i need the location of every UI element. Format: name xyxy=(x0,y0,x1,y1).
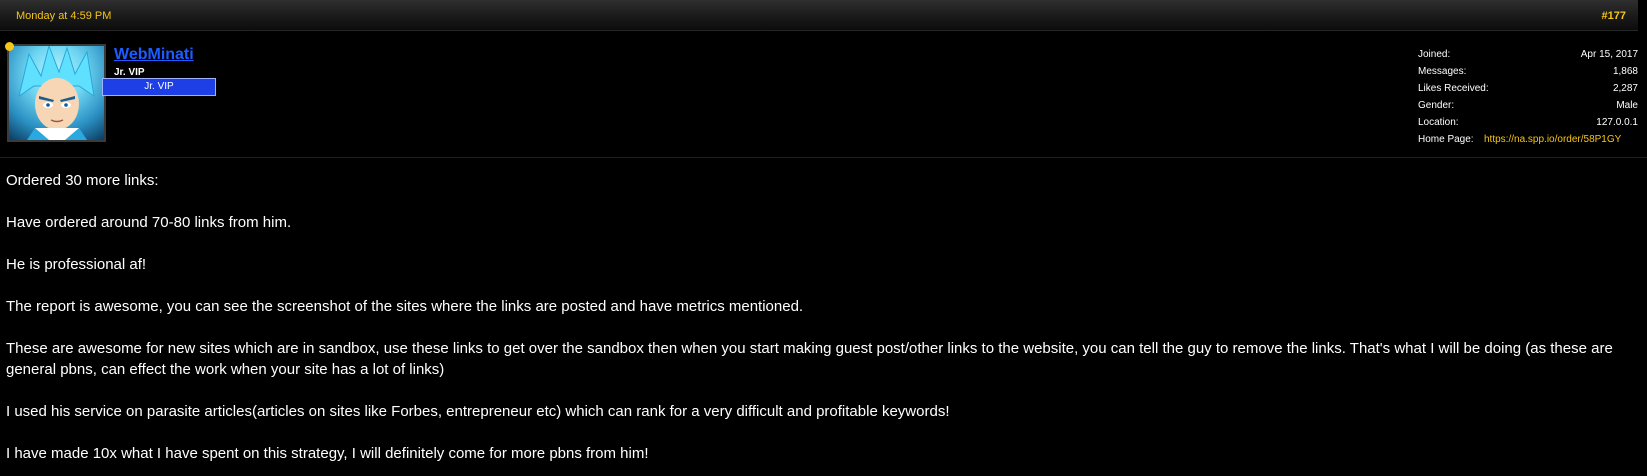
user-info-block: WebMinati Jr. VIP Jr. VIP Joined: Apr 15… xyxy=(0,32,1647,158)
stat-joined: Joined: Apr 15, 2017 xyxy=(1418,49,1638,66)
stat-home-page: Home Page: https://na.spp.io/order/58P1G… xyxy=(1418,134,1638,151)
message-paragraph: He is professional af! xyxy=(6,256,147,273)
stat-value: Apr 15, 2017 xyxy=(1580,49,1638,60)
avatar[interactable] xyxy=(7,44,106,142)
stat-gender: Gender: Male xyxy=(1418,100,1638,117)
stat-likes-received: Likes Received: 2,287 xyxy=(1418,83,1638,100)
post-date[interactable]: Monday at 4:59 PM xyxy=(16,10,111,22)
stat-value: 127.0.0.1 xyxy=(1596,117,1638,128)
message-paragraph: Have ordered around 70-80 links from him… xyxy=(6,214,292,231)
message-paragraph: The report is awesome, you can see the s… xyxy=(6,298,804,315)
stat-label: Joined: xyxy=(1418,49,1451,60)
message-paragraph: These are awesome for new sites which ar… xyxy=(6,340,1613,378)
user-title: Jr. VIP xyxy=(114,67,145,78)
message-paragraph: I have made 10x what I have spent on thi… xyxy=(6,445,649,462)
stat-value: 2,287 xyxy=(1612,83,1638,94)
username-link[interactable]: WebMinati xyxy=(114,46,194,64)
message-body: Ordered 30 more links: Have ordered arou… xyxy=(6,170,1641,464)
rank-banner: Jr. VIP xyxy=(102,78,216,96)
stat-messages: Messages: 1,868 xyxy=(1418,66,1638,83)
stat-label: Messages: xyxy=(1418,66,1467,77)
online-status-icon xyxy=(5,42,14,51)
stat-location: Location: 127.0.0.1 xyxy=(1418,117,1638,134)
post-permalink[interactable]: #177 xyxy=(1602,10,1626,22)
message-paragraph: I used his service on parasite articles(… xyxy=(6,403,950,420)
stat-value: Male xyxy=(1616,100,1638,111)
home-page-link[interactable]: https://na.spp.io/order/58P1GY xyxy=(1484,134,1621,145)
stat-label: Gender: xyxy=(1418,100,1455,111)
stat-value: 1,868 xyxy=(1612,66,1638,77)
stat-label: Likes Received: xyxy=(1418,83,1489,94)
stat-label: Location: xyxy=(1418,117,1459,128)
post-header: Monday at 4:59 PM #177 xyxy=(0,0,1638,31)
message-paragraph: Ordered 30 more links: xyxy=(6,172,159,189)
stat-label: Home Page: xyxy=(1418,134,1474,145)
anime-character-avatar-icon xyxy=(18,46,95,140)
user-stats: Joined: Apr 15, 2017 Messages: 1,868 Lik… xyxy=(1418,49,1638,151)
